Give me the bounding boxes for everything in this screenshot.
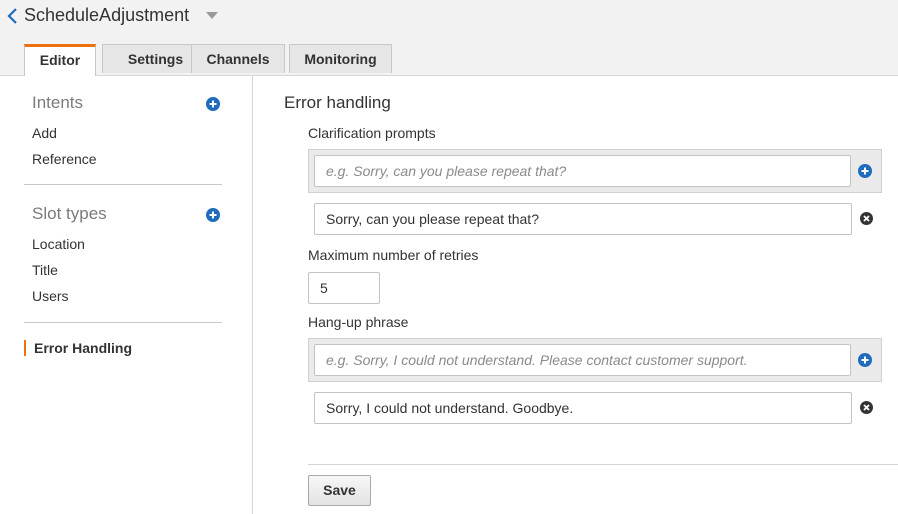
- footer-divider: [308, 464, 898, 465]
- section-title: Error handling: [284, 93, 391, 112]
- slot-types-heading: Slot types: [32, 204, 107, 223]
- sidebar-item-location[interactable]: Location: [32, 236, 85, 252]
- active-indicator: [24, 340, 26, 356]
- remove-hangup-icon[interactable]: [860, 401, 873, 414]
- intents-heading: Intents: [32, 93, 84, 112]
- clarification-prompt-field[interactable]: Sorry, can you please repeat that?: [314, 203, 852, 235]
- sidebar-item-reference[interactable]: Reference: [32, 151, 97, 167]
- sidebar-item-users[interactable]: Users: [32, 288, 69, 304]
- add-slot-type-plus-icon[interactable]: [206, 208, 220, 222]
- add-prompt-plus-icon[interactable]: [858, 164, 872, 178]
- remove-prompt-icon[interactable]: [860, 212, 873, 225]
- bot-name: ScheduleAdjustment: [24, 5, 190, 25]
- add-intent-plus-icon[interactable]: [206, 97, 220, 111]
- tab-monitoring[interactable]: Monitoring: [289, 44, 392, 73]
- sidebar-item-add[interactable]: Add: [32, 125, 57, 141]
- hangup-phrase-label: Hang-up phrase: [308, 314, 409, 330]
- sidebar-divider: [24, 184, 222, 185]
- max-retries-input[interactable]: 5: [308, 272, 380, 304]
- sidebar-item-error-handling[interactable]: Error Handling: [34, 340, 132, 356]
- hangup-phrase-field[interactable]: Sorry, I could not understand. Goodbye.: [314, 392, 852, 424]
- back-chevron-icon[interactable]: [6, 7, 20, 25]
- tab-channels[interactable]: Channels: [191, 44, 285, 73]
- add-hangup-plus-icon[interactable]: [858, 353, 872, 367]
- sidebar-divider: [24, 322, 222, 323]
- new-clarification-prompt-input[interactable]: e.g. Sorry, can you please repeat that?: [314, 155, 851, 187]
- chevron-down-icon[interactable]: [206, 12, 218, 20]
- clarification-prompts-label: Clarification prompts: [308, 125, 436, 141]
- new-hangup-phrase-input[interactable]: e.g. Sorry, I could not understand. Plea…: [314, 344, 851, 376]
- tab-editor[interactable]: Editor: [24, 44, 96, 76]
- header-bar: ScheduleAdjustment Editor Settings Chann…: [0, 0, 898, 76]
- max-retries-label: Maximum number of retries: [308, 247, 479, 263]
- save-button[interactable]: Save: [308, 475, 371, 506]
- sidebar-item-title[interactable]: Title: [32, 262, 58, 278]
- sidebar: Intents Add Reference Slot types Locatio…: [0, 76, 253, 514]
